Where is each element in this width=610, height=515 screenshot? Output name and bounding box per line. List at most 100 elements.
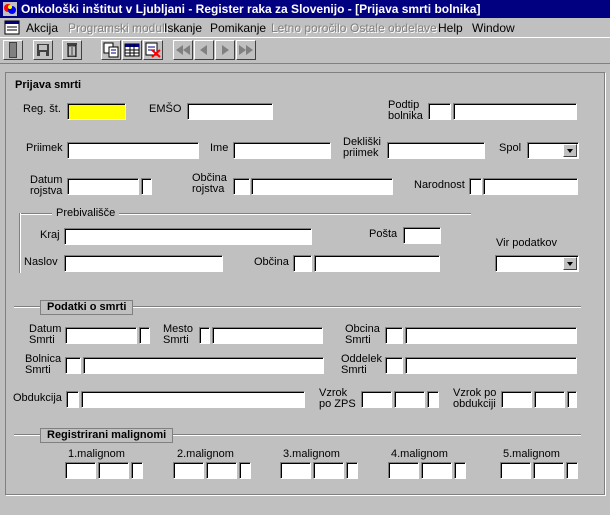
malignom-3-field-1[interactable]: [280, 462, 311, 479]
narodnost-code-field[interactable]: [469, 178, 482, 195]
cancel-button[interactable]: [143, 40, 163, 60]
table-icon: [124, 43, 140, 57]
bolnica-smrti-code-field[interactable]: [65, 357, 81, 374]
menu-akcija[interactable]: Akcija: [26, 21, 58, 35]
menu-window[interactable]: Window: [472, 21, 515, 35]
narodnost-label: Narodnost: [414, 179, 465, 191]
ime-label: Ime: [210, 142, 229, 154]
vir-podatkov-select[interactable]: [495, 255, 579, 272]
menu-ostale-obdelave[interactable]: Ostale obdelave: [350, 21, 437, 35]
document-window-icon[interactable]: [4, 20, 20, 35]
datum-smrti-label: Datum Smrti: [29, 323, 62, 346]
toolbar: [0, 37, 610, 64]
emso-field[interactable]: [187, 103, 273, 120]
vzrok-zps-field-3[interactable]: [427, 391, 439, 408]
obdukcija-name-field[interactable]: [81, 391, 305, 408]
vzrok-zps-field-2[interactable]: [394, 391, 425, 408]
datum-rojstva-field[interactable]: [67, 178, 139, 195]
spol-select[interactable]: [527, 142, 579, 159]
obdukcija-label: Obdukcija: [13, 392, 62, 404]
malignom-4-field-1[interactable]: [388, 462, 419, 479]
kraj-field[interactable]: [64, 228, 312, 245]
podtip-code-field[interactable]: [428, 103, 451, 120]
vzrok-po-obdukciji-label: Vzrok po obdukciji: [453, 387, 497, 410]
malignom-3-field-3[interactable]: [346, 462, 358, 479]
dekliski-priimek-label: Dekliški priimek: [343, 136, 381, 159]
obcina-smrti-code-field[interactable]: [385, 327, 403, 344]
priimek-label: Priimek: [26, 142, 63, 154]
obcina-name-field[interactable]: [314, 255, 440, 272]
malignom-1-field-2[interactable]: [98, 462, 129, 479]
save-button[interactable]: [33, 40, 53, 60]
door-icon: [9, 42, 17, 58]
previous-record-button[interactable]: [194, 40, 214, 60]
table-button[interactable]: [122, 40, 142, 60]
malignom-3-field-2[interactable]: [313, 462, 344, 479]
malignom-4-field-2[interactable]: [421, 462, 452, 479]
oddelek-smrti-code-field[interactable]: [385, 357, 403, 374]
first-record-button[interactable]: [173, 40, 193, 60]
datum-rojstva-flag-field[interactable]: [141, 178, 152, 195]
priimek-field[interactable]: [67, 142, 199, 159]
delete-button[interactable]: [62, 40, 82, 60]
malignom-2-field-2[interactable]: [206, 462, 237, 479]
datum-smrti-flag-field[interactable]: [139, 327, 150, 344]
obdukcija-code-field[interactable]: [66, 391, 79, 408]
prebivalisce-title: Prebivališče: [52, 207, 120, 219]
datum-smrti-field[interactable]: [65, 327, 137, 344]
malignom-5-field-1[interactable]: [500, 462, 531, 479]
obcina-smrti-name-field[interactable]: [405, 327, 577, 344]
chevron-down-icon[interactable]: [563, 144, 577, 157]
menu-programski-moduli[interactable]: Programski moduli: [68, 21, 167, 35]
malignom-1-field-3[interactable]: [131, 462, 143, 479]
bolnica-smrti-label: Bolnica Smrti: [25, 353, 62, 376]
mesto-smrti-name-field[interactable]: [212, 327, 323, 344]
menu-letno-porocilo[interactable]: Letno poročilo: [271, 21, 346, 35]
mesto-smrti-label: Mesto Smrti: [163, 323, 193, 346]
reg-st-label: Reg. št.: [23, 103, 61, 115]
naslov-label: Naslov: [24, 256, 58, 268]
vir-podatkov-label: Vir podatkov: [496, 237, 557, 249]
vzrok-obdukcija-field-3[interactable]: [567, 391, 577, 408]
vzrok-zps-field-1[interactable]: [361, 391, 392, 408]
oddelek-smrti-name-field[interactable]: [405, 357, 577, 374]
malignom-2-field-3[interactable]: [239, 462, 251, 479]
posta-field[interactable]: [403, 227, 441, 244]
ime-field[interactable]: [233, 142, 331, 159]
menu-bar: Akcija Programski moduli Iskanje Pomikan…: [0, 18, 610, 37]
menu-help[interactable]: Help: [438, 21, 463, 35]
dekliski-priimek-field[interactable]: [387, 142, 485, 159]
podatki-o-smrti-title: Podatki o smrti: [40, 300, 134, 315]
malignom-2-field-1[interactable]: [173, 462, 204, 479]
naslov-field[interactable]: [64, 255, 223, 272]
obcina-rojstva-name-field[interactable]: [251, 178, 393, 195]
emso-label: EMŠO: [149, 103, 182, 115]
reg-st-field[interactable]: [67, 103, 126, 120]
bolnica-smrti-name-field[interactable]: [83, 357, 324, 374]
malignom-5-field-2[interactable]: [533, 462, 564, 479]
vzrok-obdukcija-field-1[interactable]: [501, 391, 532, 408]
malignom-5-field-3[interactable]: [566, 462, 578, 479]
last-record-button[interactable]: [236, 40, 256, 60]
obcina-code-field[interactable]: [293, 255, 312, 272]
malignom-4-field-3[interactable]: [454, 462, 466, 479]
vzrok-obdukcija-field-2[interactable]: [534, 391, 565, 408]
menu-iskanje[interactable]: Iskanje: [164, 21, 202, 35]
oddelek-smrti-label: Oddelek Smrti: [341, 353, 382, 376]
obcina-rojstva-code-field[interactable]: [233, 178, 250, 195]
kraj-label: Kraj: [40, 229, 60, 241]
malignom-1-field-1[interactable]: [65, 462, 96, 479]
title-bar: Onkološki inštitut v Ljubljani - Registe…: [0, 0, 610, 18]
menu-pomikanje[interactable]: Pomikanje: [210, 21, 266, 35]
malignom-4-label: 4.malignom: [391, 448, 448, 460]
copy-icon: [103, 42, 119, 58]
podtip-name-field[interactable]: [453, 103, 577, 120]
next-record-button[interactable]: [215, 40, 235, 60]
chevron-down-icon[interactable]: [563, 257, 577, 270]
delete-icon: [67, 43, 77, 57]
narodnost-name-field[interactable]: [483, 178, 578, 195]
section-title-prijava-smrti: Prijava smrti: [12, 79, 85, 91]
mesto-smrti-code-field[interactable]: [199, 327, 210, 344]
copy-button[interactable]: [101, 40, 121, 60]
exit-button[interactable]: [3, 40, 23, 60]
